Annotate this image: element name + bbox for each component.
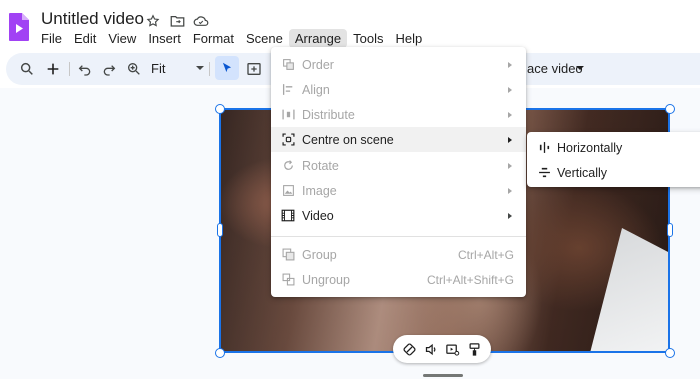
text-box-icon[interactable] (243, 58, 265, 80)
menu-format[interactable]: Format (187, 29, 240, 48)
add-icon[interactable] (42, 58, 64, 80)
menu-item-label: Group (302, 247, 337, 262)
menu-item-label: Order (302, 57, 334, 72)
vids-logo-icon[interactable] (8, 12, 30, 42)
undo-icon[interactable] (74, 58, 96, 80)
menu-view[interactable]: View (102, 29, 142, 48)
rotate-icon (281, 159, 295, 173)
video-settings-icon[interactable] (444, 340, 462, 358)
menu-item-label: Align (302, 82, 330, 97)
zoom-icon[interactable] (123, 58, 145, 80)
menu-item-image[interactable]: Image (271, 178, 526, 203)
submenu-item-vertically[interactable]: Vertically (527, 160, 700, 185)
redo-icon[interactable] (98, 58, 120, 80)
resize-handle-bottom-left[interactable] (215, 348, 225, 358)
submenu-item-label: Vertically (557, 165, 608, 180)
centre-vertical-icon (537, 166, 551, 180)
video-icon (281, 209, 295, 223)
menu-file[interactable]: File (35, 29, 68, 48)
replace-video-button[interactable]: ace video (527, 61, 583, 76)
centre-on-scene-submenu: Horizontally Vertically (527, 132, 700, 187)
volume-icon[interactable] (422, 340, 440, 358)
submenu-item-horizontally[interactable]: Horizontally (527, 135, 700, 160)
chevron-down-icon[interactable] (576, 66, 584, 70)
toolbar-divider (209, 62, 210, 76)
menubar: File Edit View Insert Format Scene Arran… (35, 28, 428, 48)
order-icon (281, 58, 295, 72)
submenu-arrow-icon (508, 187, 512, 194)
menu-divider (271, 236, 526, 237)
paint-format-icon[interactable] (465, 340, 483, 358)
menu-item-video[interactable]: Video (271, 203, 526, 228)
menu-item-label: Centre on scene (302, 132, 394, 147)
centre-icon (281, 133, 295, 147)
submenu-arrow-icon (508, 136, 512, 143)
submenu-arrow-icon (508, 86, 512, 93)
search-icon[interactable] (16, 58, 38, 80)
select-tool-button[interactable] (215, 56, 239, 80)
shortcut-label: Ctrl+Alt+G (457, 247, 514, 262)
menu-item-group[interactable]: Group Ctrl+Alt+G (271, 242, 526, 267)
menu-arrange[interactable]: Arrange (288, 28, 348, 48)
zoom-select[interactable]: Fit (151, 61, 165, 76)
cursor-icon (222, 62, 232, 73)
submenu-arrow-icon (508, 111, 512, 118)
distribute-icon (281, 108, 295, 122)
ungroup-icon (281, 273, 295, 287)
menu-item-label: Video (302, 208, 334, 223)
toolbar-divider (69, 62, 70, 76)
menu-item-align[interactable]: Align (271, 77, 526, 102)
group-icon (281, 248, 295, 262)
submenu-arrow-icon (508, 162, 512, 169)
menu-item-order[interactable]: Order (271, 52, 526, 77)
arrange-menu: Order Align Distribute Centre on scene R… (271, 47, 526, 297)
resize-handle-top-left[interactable] (215, 104, 225, 114)
clip-floating-toolbar (393, 335, 491, 363)
menu-item-label: Rotate (302, 158, 339, 173)
trim-icon[interactable] (401, 340, 419, 358)
image-icon (281, 184, 295, 198)
menu-item-label: Ungroup (302, 272, 350, 287)
resize-handle-bottom-right[interactable] (665, 348, 675, 358)
submenu-arrow-icon (508, 212, 512, 219)
menu-item-centre-on-scene[interactable]: Centre on scene (271, 127, 526, 152)
menu-item-label: Image (302, 183, 337, 198)
menu-scene[interactable]: Scene (240, 29, 289, 48)
menu-tools[interactable]: Tools (347, 29, 389, 48)
menu-edit[interactable]: Edit (68, 29, 102, 48)
menu-item-label: Distribute (302, 107, 355, 122)
app-window: Untitled video File Edit View Insert For… (0, 0, 700, 379)
align-icon (281, 83, 295, 97)
resize-handle-right[interactable] (667, 223, 673, 237)
resize-handle-left[interactable] (217, 223, 223, 237)
submenu-arrow-icon (508, 61, 512, 68)
menu-item-distribute[interactable]: Distribute (271, 102, 526, 127)
scroll-indicator[interactable] (423, 374, 463, 377)
resize-handle-top-right[interactable] (665, 104, 675, 114)
submenu-item-label: Horizontally (557, 140, 623, 155)
menu-help[interactable]: Help (389, 29, 428, 48)
menu-item-ungroup[interactable]: Ungroup Ctrl+Alt+Shift+G (271, 267, 526, 292)
centre-horizontal-icon (537, 141, 551, 155)
menu-insert[interactable]: Insert (142, 29, 187, 48)
document-title[interactable]: Untitled video (41, 9, 144, 29)
shortcut-label: Ctrl+Alt+Shift+G (426, 272, 514, 287)
chevron-down-icon[interactable] (196, 66, 204, 70)
menu-item-rotate[interactable]: Rotate (271, 153, 526, 178)
